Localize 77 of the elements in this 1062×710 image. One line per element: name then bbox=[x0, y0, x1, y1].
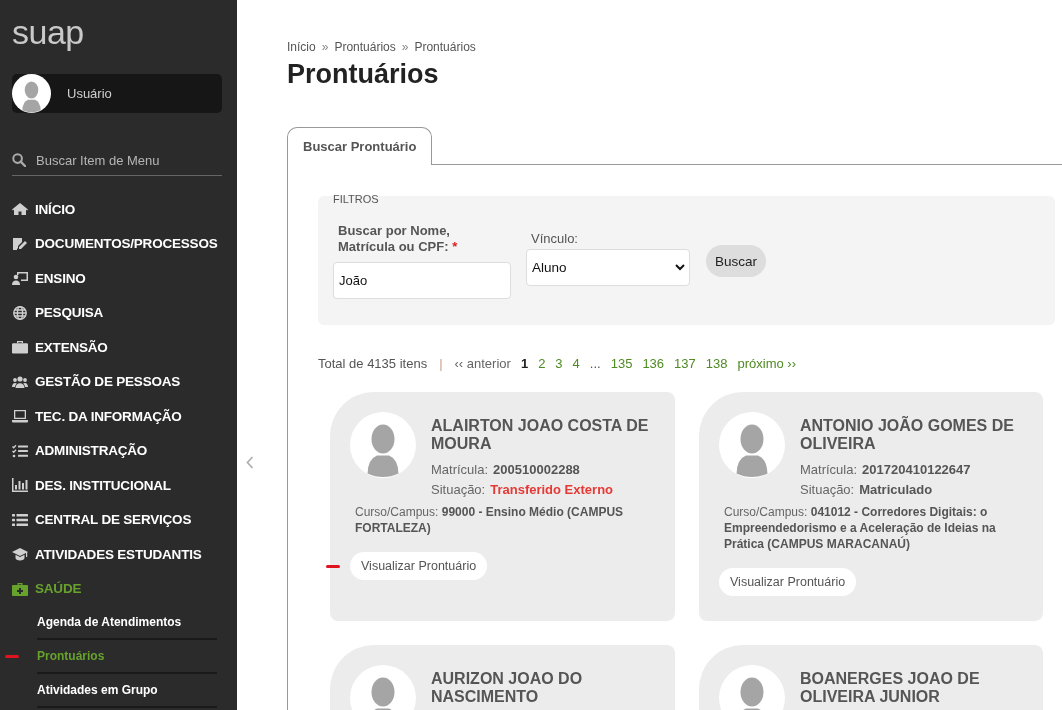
laptop-icon bbox=[12, 409, 28, 424]
breadcrumb-current: Prontuários bbox=[414, 40, 476, 54]
tab[interactable]: Buscar Prontuário bbox=[287, 127, 433, 165]
field-label: Situação: bbox=[431, 482, 486, 497]
field-value: 201720410122647 bbox=[862, 462, 971, 477]
total-count: Total de 4135 itens bbox=[318, 356, 428, 372]
page-link[interactable]: 1 bbox=[520, 356, 529, 372]
breadcrumb-link[interactable]: Início bbox=[287, 40, 316, 54]
filter-legend: FILTROS bbox=[333, 193, 379, 205]
chevron-down-icon bbox=[675, 264, 685, 271]
search-field-label: Buscar por Nome, Matrícula ou CPF: * bbox=[337, 223, 459, 255]
pagination-divider: | bbox=[439, 356, 443, 372]
checklist-icon bbox=[12, 443, 28, 458]
student-name: AURIZON JOAO DO NASCIMENTO bbox=[431, 670, 584, 706]
field-value: 200510002288 bbox=[493, 462, 580, 477]
menu-item[interactable]: TEC. DA INFORMAÇÃO bbox=[12, 399, 222, 434]
chevron-left-icon[interactable] bbox=[245, 456, 254, 469]
menu-item[interactable]: GESTÃO DE PESSOAS bbox=[12, 364, 222, 399]
student-name: BOANERGES JOAO DE OLIVEIRA JUNIOR bbox=[800, 670, 981, 706]
menu-item[interactable]: ENSINO bbox=[12, 261, 222, 296]
page-link[interactable]: 4 bbox=[572, 356, 580, 372]
menu-item[interactable]: ATIVIDADES ESTUDANTIS bbox=[12, 537, 222, 572]
graduation-cap-icon bbox=[12, 547, 28, 562]
field-value: Transferido Externo bbox=[490, 482, 613, 497]
field-label: Situação: bbox=[800, 482, 855, 497]
menu-item[interactable]: INÍCIO bbox=[12, 192, 222, 227]
field-label: Matrícula: bbox=[431, 462, 489, 477]
link-type-select[interactable]: Aluno bbox=[526, 249, 690, 286]
submenu-item[interactable]: Agenda de Atendimentos bbox=[37, 606, 217, 640]
people-icon bbox=[12, 374, 28, 389]
menu-item[interactable]: PESQUISA bbox=[12, 295, 222, 330]
search-icon bbox=[12, 153, 26, 167]
search-input[interactable]: João bbox=[333, 262, 511, 299]
menu-item[interactable]: CENTRAL DE SERVIÇOS bbox=[12, 502, 222, 537]
first-aid-kit-icon bbox=[12, 581, 28, 596]
submenu-item[interactable]: Atividades em Grupo bbox=[37, 674, 217, 708]
student-name: ANTONIO JOÃO GOMES DE OLIVEIRA bbox=[800, 417, 1015, 453]
menu-item[interactable]: DOCUMENTOS/PROCESSOS bbox=[12, 226, 222, 261]
next-page-link[interactable]: próximo ›› bbox=[737, 356, 796, 372]
avatar-silhouette-icon bbox=[350, 412, 416, 478]
view-record-button[interactable]: Visualizar Prontuário bbox=[350, 552, 488, 580]
view-record-button[interactable]: Visualizar Prontuário bbox=[719, 568, 857, 596]
page-link[interactable]: 135 bbox=[610, 356, 633, 372]
breadcrumb-link[interactable]: Prontuários bbox=[334, 40, 396, 54]
breadcrumb-separator: » bbox=[321, 40, 329, 54]
teacher-board-icon bbox=[12, 271, 28, 286]
avatar-silhouette-icon bbox=[12, 74, 51, 113]
list-icon bbox=[12, 512, 28, 527]
document-pen-icon bbox=[12, 236, 28, 251]
field-label: Matrícula: bbox=[800, 462, 858, 477]
globe-icon bbox=[12, 305, 28, 320]
submenu-item[interactable]: Prontuários bbox=[37, 640, 217, 674]
briefcase-icon bbox=[12, 340, 28, 355]
page-title: Prontuários bbox=[287, 60, 439, 88]
search-button[interactable]: Buscar bbox=[706, 245, 767, 277]
menu-search-field[interactable]: Buscar Item de Menu bbox=[36, 150, 206, 170]
page-link[interactable]: 3 bbox=[555, 356, 563, 372]
breadcrumb-separator: » bbox=[401, 40, 409, 54]
page-link[interactable]: 2 bbox=[538, 356, 546, 372]
link-type-label: Vínculo: bbox=[530, 231, 579, 247]
bar-chart-icon bbox=[12, 478, 28, 493]
field-value: Matriculado bbox=[859, 482, 933, 497]
menu-item[interactable]: ADMINISTRAÇÃO bbox=[12, 433, 222, 468]
avatar-silhouette-icon bbox=[719, 412, 785, 478]
home-icon bbox=[12, 202, 28, 217]
user-menu-button[interactable]: Usuário bbox=[12, 74, 222, 113]
page-link[interactable]: 137 bbox=[674, 356, 696, 372]
student-name: ALAIRTON JOAO COSTA DE MOURA bbox=[431, 417, 650, 453]
page-link[interactable]: 136 bbox=[642, 356, 665, 372]
app-logo[interactable]: suap bbox=[12, 14, 84, 50]
page-ellipsis: ... bbox=[589, 356, 601, 372]
menu-item[interactable]: DES. INSTITUCIONAL bbox=[12, 468, 222, 503]
course-info: Curso/Campus: 99000 - Ensino Médio (CAMPUS FORTALEZA) bbox=[354, 504, 625, 536]
course-info: Curso/Campus: 041012 - Corredores Digitais: o Empreendedorismo e a Aceleração de Ideias na Prática (CAMPUS MARACANAÚ) bbox=[723, 504, 997, 552]
page-link[interactable]: 138 bbox=[705, 356, 728, 372]
menu-item[interactable]: SAÚDE bbox=[12, 571, 222, 606]
menu-item[interactable]: EXTENSÃO bbox=[12, 330, 222, 365]
